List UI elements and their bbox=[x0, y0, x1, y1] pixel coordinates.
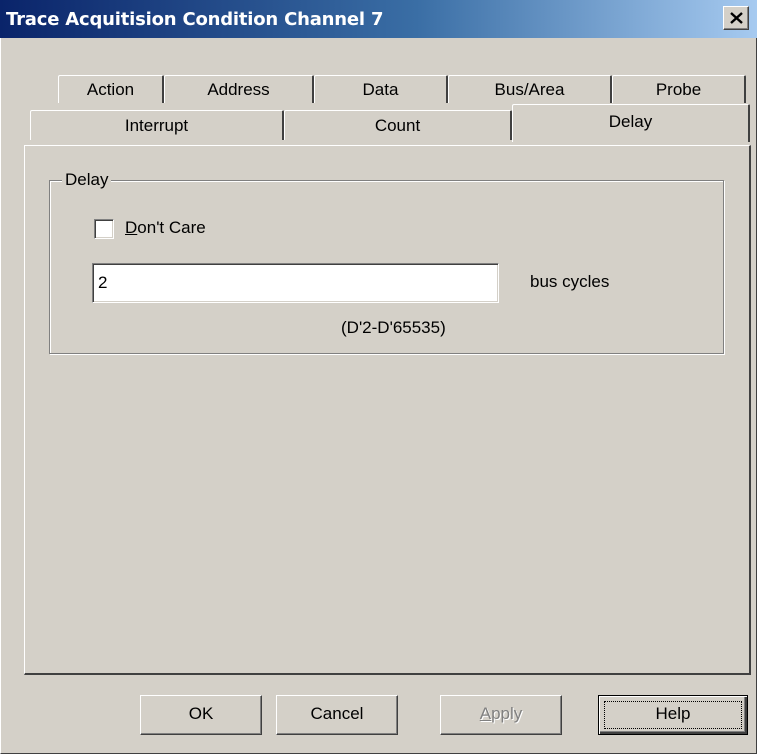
close-icon bbox=[730, 12, 743, 24]
apply-accel: A bbox=[479, 704, 492, 723]
title-bar: Trace Acquitision Condition Channel 7 bbox=[0, 0, 757, 38]
tab-address[interactable]: Address bbox=[164, 75, 314, 103]
cancel-button[interactable]: Cancel bbox=[276, 695, 398, 735]
cancel-label: Cancel bbox=[310, 704, 364, 723]
tab-label: Data bbox=[362, 80, 399, 99]
tab-count[interactable]: Count bbox=[284, 110, 512, 140]
tab-interrupt[interactable]: Interrupt bbox=[30, 110, 284, 140]
tab-label: Count bbox=[374, 116, 421, 135]
delay-group-label: Delay bbox=[62, 170, 112, 190]
tab-label: Delay bbox=[608, 112, 653, 131]
tab-delay[interactable]: Delay bbox=[512, 104, 750, 142]
dont-care-accel: D bbox=[125, 218, 138, 237]
tab-label: Interrupt bbox=[124, 116, 189, 135]
close-button[interactable] bbox=[723, 6, 749, 30]
tab-label: Action bbox=[86, 80, 135, 99]
dont-care-text: on't Care bbox=[137, 218, 206, 237]
delay-value-input[interactable] bbox=[92, 263, 499, 303]
help-button[interactable]: Help bbox=[598, 695, 748, 735]
tab-label: Probe bbox=[655, 80, 702, 99]
apply-button[interactable]: Apply bbox=[440, 695, 562, 735]
range-label: (D'2-D'65535) bbox=[341, 318, 446, 337]
tab-data[interactable]: Data bbox=[314, 75, 448, 103]
ok-button[interactable]: OK bbox=[140, 695, 262, 735]
tab-probe[interactable]: Probe bbox=[612, 75, 746, 103]
tab-label: Bus/Area bbox=[494, 80, 565, 99]
ok-label: OK bbox=[188, 704, 214, 723]
tab-action[interactable]: Action bbox=[58, 75, 164, 103]
apply-label: Apply bbox=[480, 704, 523, 723]
dont-care-checkbox[interactable] bbox=[94, 219, 114, 239]
dont-care-label[interactable]: Don't Care bbox=[125, 217, 206, 239]
tab-label: Address bbox=[207, 80, 270, 99]
tab-bus-area[interactable]: Bus/Area bbox=[448, 75, 612, 103]
apply-text: pply bbox=[491, 704, 523, 723]
window-title: Trace Acquitision Condition Channel 7 bbox=[6, 9, 384, 30]
unit-label: bus cycles bbox=[530, 272, 610, 291]
help-label: Help bbox=[655, 704, 691, 723]
